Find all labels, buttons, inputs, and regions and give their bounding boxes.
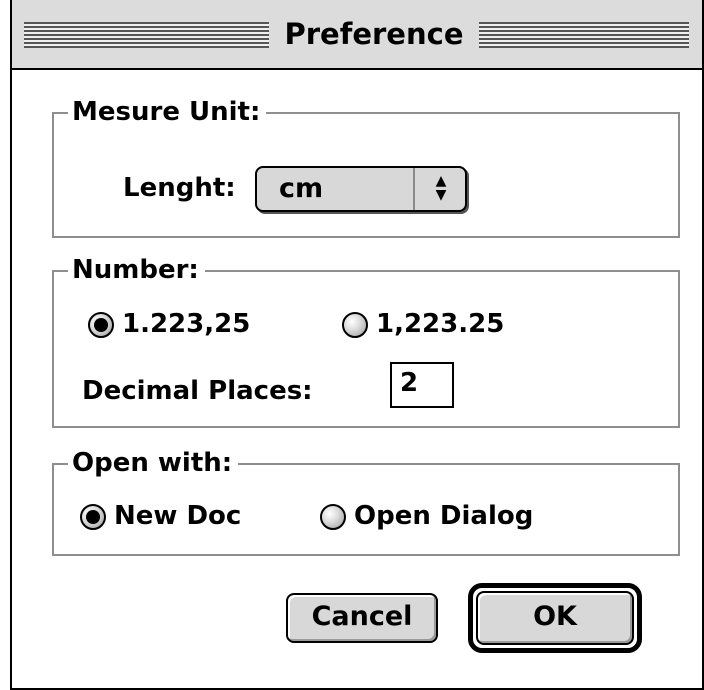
format-comma-decimal-label[interactable]: 1.223,25 [122,307,250,341]
open-new-doc-label[interactable]: New Doc [114,499,241,533]
open-with-group-label: Open with: [68,443,239,483]
popup-divider [413,168,415,210]
radio-open-new-doc[interactable] [80,504,106,530]
title-bar-stripes-right [479,22,689,48]
measure-unit-group-label: Mesure Unit: [68,92,267,132]
title-bar[interactable]: Preference [12,0,702,70]
open-dialog-label[interactable]: Open Dialog [354,499,533,533]
preference-dialog: Preference Mesure Unit: Lenght: cm ▲ ▼ Nu… [10,0,704,690]
length-unit-value: cm [279,173,324,204]
radio-format-dot-decimal[interactable] [342,312,368,338]
format-dot-decimal-label[interactable]: 1,223.25 [376,307,504,341]
radio-format-comma-decimal[interactable] [88,312,114,338]
ok-button[interactable]: OK [476,591,634,645]
radio-open-dialog[interactable] [320,504,346,530]
length-label: Lenght: [123,173,236,203]
cancel-button[interactable]: Cancel [286,593,438,643]
decimal-places-field[interactable]: 2 [390,362,454,408]
updown-arrows-icon: ▲ ▼ [435,173,447,203]
title-bar-stripes-left [24,22,269,48]
length-unit-popup[interactable]: cm ▲ ▼ [255,166,467,212]
window-title: Preference [275,14,473,54]
decimal-places-label: Decimal Places: [82,376,313,406]
number-group-label: Number: [68,250,205,290]
